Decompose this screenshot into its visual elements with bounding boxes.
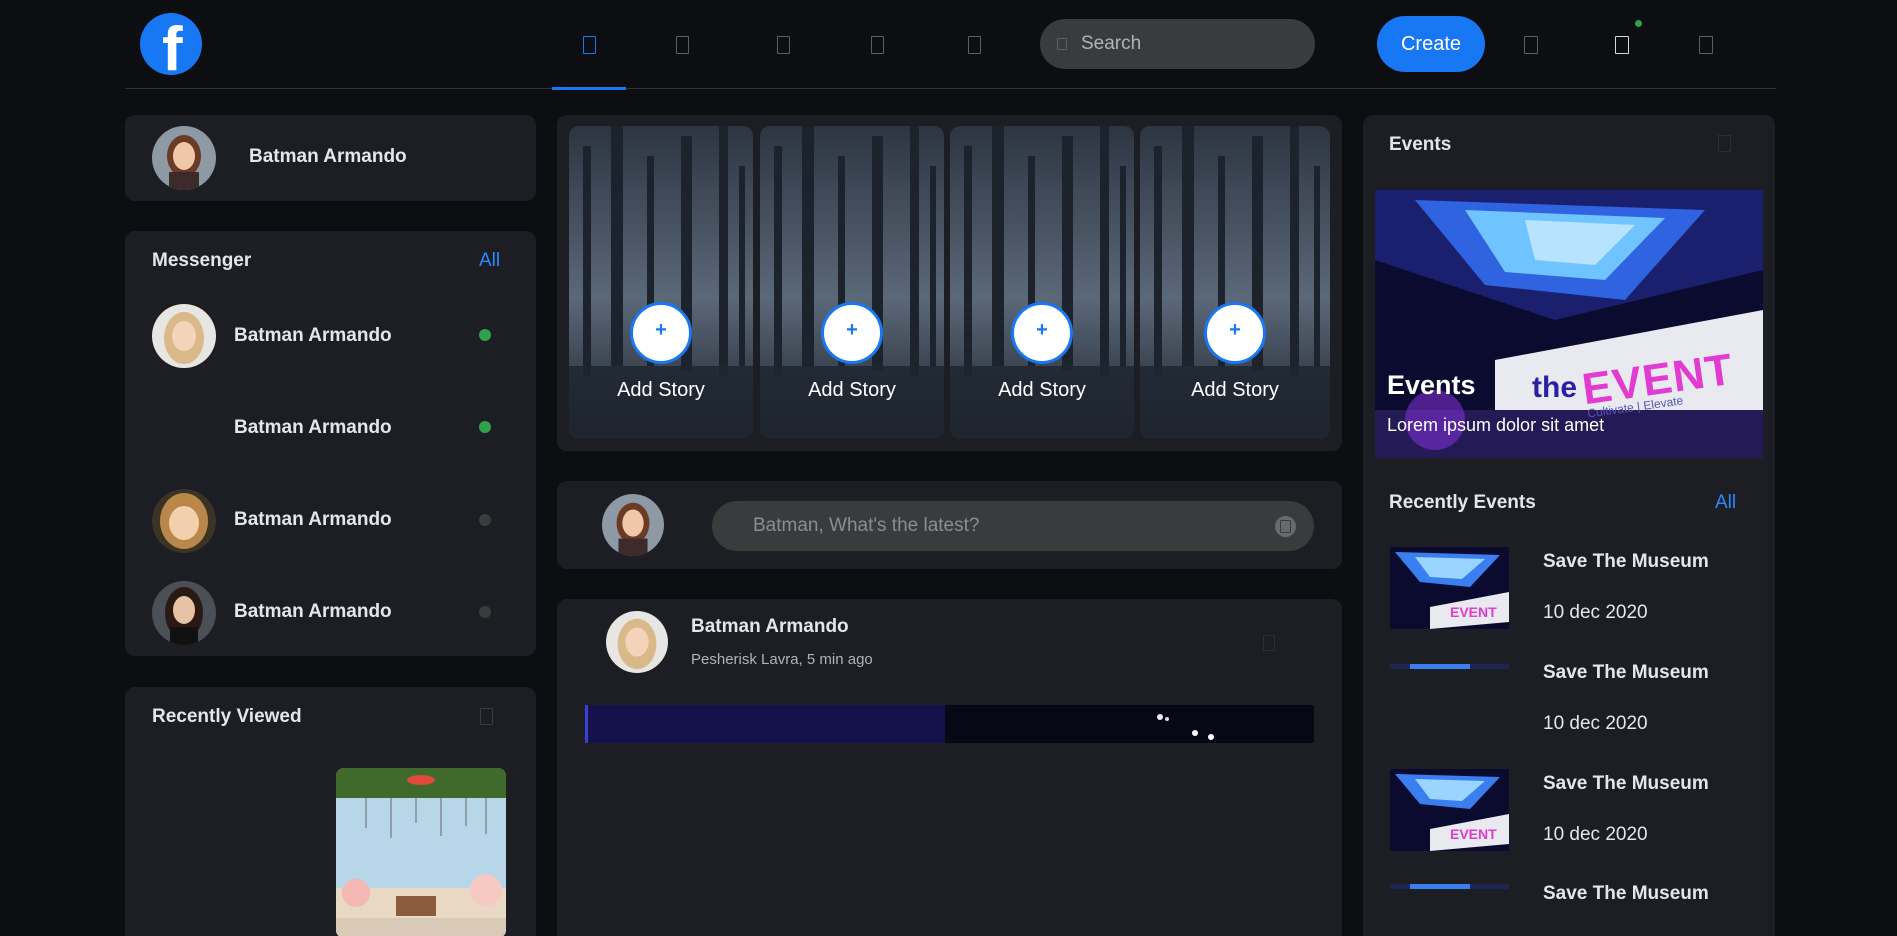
notification-badge xyxy=(1635,20,1642,27)
nav-home-tab[interactable] xyxy=(552,0,626,90)
event-date: 10 dec 2020 xyxy=(1543,713,1648,734)
post-card: Batman Armando Pesherisk Lavra, 5 min ag… xyxy=(557,599,1342,936)
offline-status-dot xyxy=(479,606,491,618)
recent-events-all-link[interactable]: All xyxy=(1715,492,1736,514)
gaming-icon xyxy=(968,36,981,54)
top-bar: f Create xyxy=(125,0,1776,90)
recently-viewed-thumbnail[interactable] xyxy=(336,768,506,936)
event-title: Save The Museum xyxy=(1543,662,1709,683)
profile-card[interactable]: Batman Armando xyxy=(125,115,536,201)
post-author-name[interactable]: Batman Armando xyxy=(691,616,849,638)
plus-icon: + xyxy=(846,319,858,341)
event-thumbnail xyxy=(1390,880,1509,889)
facebook-logo[interactable]: f xyxy=(140,13,202,75)
story-card[interactable]: + Add Story xyxy=(950,126,1134,439)
banner-subtitle: Lorem ipsum dolor sit amet xyxy=(1387,415,1605,435)
post-composer xyxy=(557,481,1342,569)
messenger-title: Messenger xyxy=(152,250,252,271)
banner-title: Events xyxy=(1387,370,1476,400)
event-thumbnail: EVENT xyxy=(1390,547,1509,629)
contact-name: Batman Armando xyxy=(234,417,392,438)
svg-text:EVENT: EVENT xyxy=(1450,604,1497,620)
notifications-icon[interactable] xyxy=(1615,36,1629,54)
event-date: 10 dec 2020 xyxy=(1543,602,1648,623)
nav-groups-tab[interactable] xyxy=(840,0,914,89)
event-thumbnail xyxy=(1390,660,1509,669)
groups-icon xyxy=(871,36,884,54)
post-author-avatar[interactable] xyxy=(606,611,668,673)
add-story-button[interactable]: + xyxy=(821,302,883,364)
photo-icon xyxy=(1280,520,1291,533)
svg-text:EVENT: EVENT xyxy=(1450,826,1497,842)
menu-icon[interactable] xyxy=(1699,36,1713,54)
recently-viewed-panel: Recently Viewed xyxy=(125,687,536,936)
home-icon xyxy=(583,36,596,54)
add-story-button[interactable]: + xyxy=(1204,302,1266,364)
search-input[interactable] xyxy=(1081,19,1301,69)
add-story-button[interactable]: + xyxy=(1011,302,1073,364)
story-label: Add Story xyxy=(617,379,705,401)
messenger-all-link[interactable]: All xyxy=(479,250,500,272)
event-title: Save The Museum xyxy=(1543,773,1709,794)
composer-avatar xyxy=(602,494,664,556)
event-title: Save The Museum xyxy=(1543,883,1709,904)
plus-icon: + xyxy=(1229,319,1241,341)
nav-video-tab[interactable] xyxy=(645,0,719,89)
story-label: Add Story xyxy=(1191,379,1279,401)
story-card[interactable]: + Add Story xyxy=(569,126,753,439)
event-title: Save The Museum xyxy=(1543,551,1709,572)
recently-viewed-title: Recently Viewed xyxy=(152,706,302,727)
contact-avatar xyxy=(152,304,216,368)
search-box[interactable] xyxy=(1040,19,1315,69)
event-sign-the: the xyxy=(1532,371,1577,404)
add-story-button[interactable]: + xyxy=(630,302,692,364)
messenger-icon[interactable] xyxy=(1524,36,1538,54)
contact-name: Batman Armando xyxy=(234,509,392,530)
plus-icon: + xyxy=(1036,319,1048,341)
events-panel: Events the EVENT Cultivate | Elevate Eve… xyxy=(1363,115,1775,936)
nav-gaming-tab[interactable] xyxy=(937,0,1011,89)
offline-status-dot xyxy=(479,514,491,526)
more-options-icon[interactable] xyxy=(480,708,493,725)
plus-icon: + xyxy=(655,319,667,341)
contact-avatar xyxy=(152,581,216,645)
search-icon xyxy=(1057,38,1067,50)
story-label: Add Story xyxy=(808,379,896,401)
attach-photo-button[interactable] xyxy=(1275,516,1296,537)
nav-store-tab[interactable] xyxy=(746,0,820,89)
contact-avatar xyxy=(152,489,216,553)
event-thumbnail: EVENT xyxy=(1390,769,1509,851)
story-card[interactable]: + Add Story xyxy=(760,126,944,439)
online-status-dot xyxy=(479,421,491,433)
events-banner[interactable]: the EVENT Cultivate | Elevate Events Lor… xyxy=(1375,190,1763,458)
composer-input[interactable] xyxy=(712,501,1314,551)
post-options-icon[interactable] xyxy=(1263,635,1275,651)
contact-name: Batman Armando xyxy=(234,601,392,622)
story-card[interactable]: + Add Story xyxy=(1140,126,1330,439)
create-button[interactable]: Create xyxy=(1377,16,1485,72)
online-status-dot xyxy=(479,329,491,341)
stories-panel: + Add Story + Add Story + Add Story + Ad… xyxy=(557,115,1342,451)
post-image[interactable] xyxy=(585,705,1314,743)
video-icon xyxy=(676,36,689,54)
post-meta: Pesherisk Lavra, 5 min ago xyxy=(691,651,873,668)
story-label: Add Story xyxy=(998,379,1086,401)
event-date: 10 dec 2020 xyxy=(1543,824,1648,845)
store-icon xyxy=(777,36,790,54)
profile-avatar[interactable] xyxy=(152,126,216,190)
events-title: Events xyxy=(1389,134,1452,155)
contact-name: Batman Armando xyxy=(234,325,392,346)
recent-events-title: Recently Events xyxy=(1389,492,1536,513)
facebook-f-glyph: f xyxy=(162,15,183,76)
messenger-panel: Messenger All Batman Armando Batman Arma… xyxy=(125,231,536,656)
more-options-icon[interactable] xyxy=(1718,135,1731,152)
profile-name[interactable]: Batman Armando xyxy=(249,146,407,168)
